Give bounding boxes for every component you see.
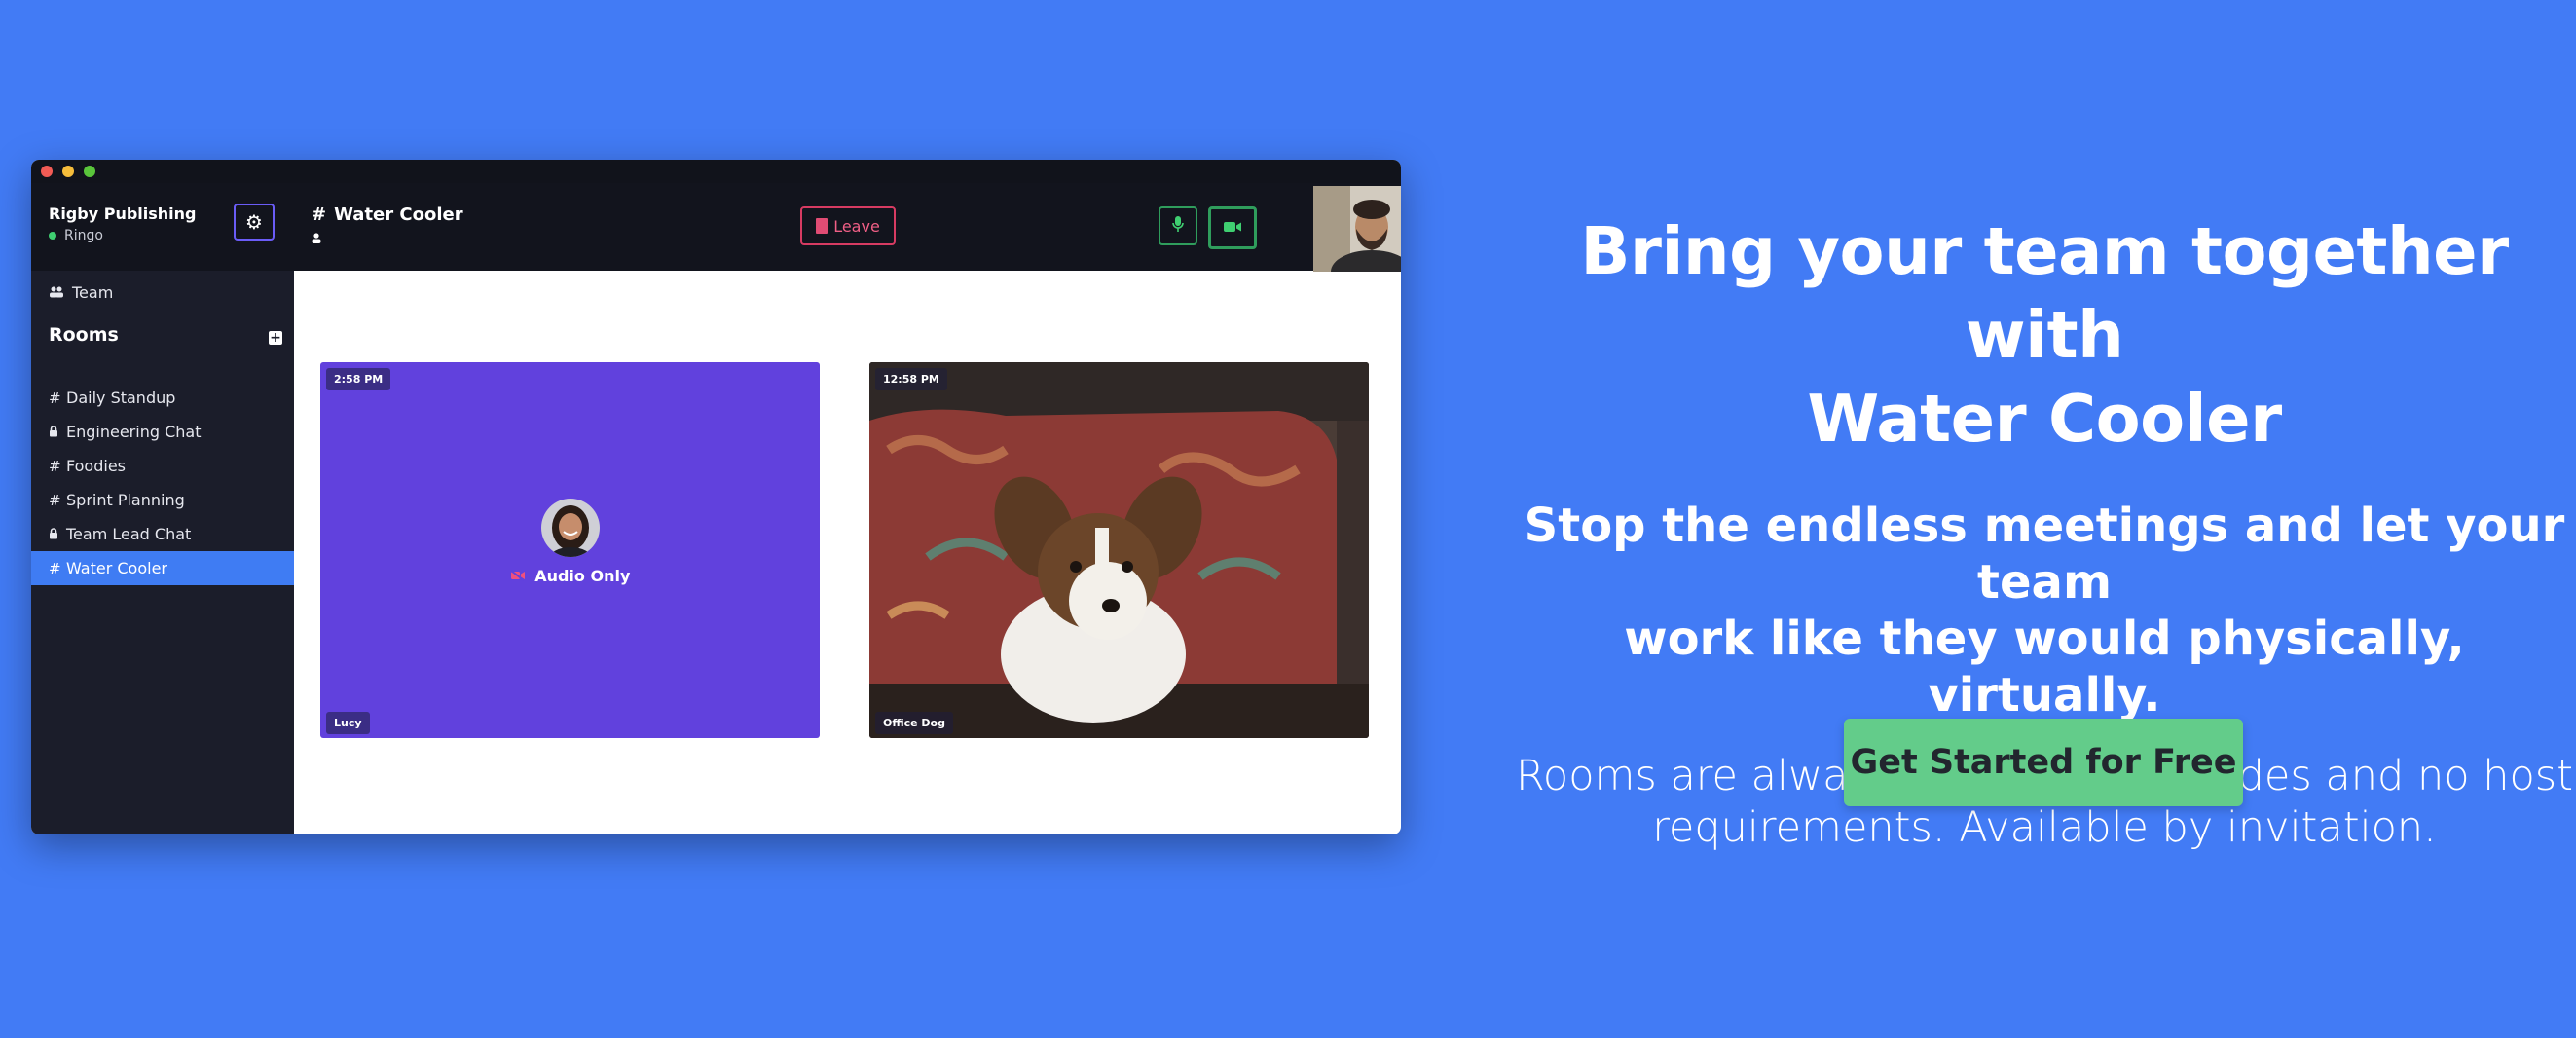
sidebar-header: Rigby Publishing Ringo ⚙	[31, 183, 294, 271]
sidebar-item-foodies[interactable]: # Foodies	[31, 449, 294, 483]
hash-icon: #	[49, 389, 61, 407]
tile-name-badge: Lucy	[326, 712, 370, 734]
video-camera-icon	[1223, 219, 1242, 238]
user-presence: Ringo	[49, 228, 103, 243]
video-tile-office-dog[interactable]: 12:58 PM Office Dog	[869, 362, 1369, 738]
microphone-button[interactable]	[1159, 206, 1197, 245]
team-label: Team	[72, 283, 114, 302]
room-label: Foodies	[66, 457, 126, 475]
window-titlebar	[31, 160, 1401, 183]
tile-name-badge: Office Dog	[875, 712, 953, 734]
online-status-icon	[49, 232, 56, 240]
sidebar: Rigby Publishing Ringo ⚙ Team Rooms + # …	[31, 183, 294, 834]
sidebar-item-engineering-chat[interactable]: Engineering Chat	[31, 415, 294, 449]
hero-subtitle-line-1: Stop the endless meetings and let your t…	[1524, 499, 2565, 610]
hash-icon: #	[312, 204, 327, 225]
sidebar-item-team[interactable]: Team	[49, 283, 113, 302]
rooms-heading: Rooms	[49, 324, 119, 346]
hash-icon: #	[49, 559, 61, 577]
room-title: # Water Cooler	[312, 204, 463, 225]
settings-button[interactable]: ⚙	[234, 204, 275, 241]
lock-icon	[49, 424, 58, 441]
video-off-icon	[509, 567, 532, 585]
self-video-preview	[1313, 186, 1401, 272]
sidebar-item-sprint-planning[interactable]: # Sprint Planning	[31, 483, 294, 517]
room-label: Sprint Planning	[66, 491, 185, 509]
door-icon	[816, 218, 828, 234]
avatar	[541, 499, 600, 557]
leave-button[interactable]: Leave	[800, 206, 896, 245]
hero-subtitle: Stop the endless meetings and let your t…	[1514, 498, 2575, 723]
maximize-window-icon[interactable]	[84, 166, 95, 177]
team-icon	[49, 283, 64, 302]
lock-icon	[49, 526, 58, 543]
close-window-icon[interactable]	[41, 166, 53, 177]
camera-button[interactable]	[1208, 206, 1257, 249]
hero-description-line-2: requirements. Available by invitation.	[1652, 803, 2437, 852]
room-label: Water Cooler	[66, 559, 167, 577]
room-label: Daily Standup	[66, 389, 176, 407]
room-label: Engineering Chat	[66, 423, 202, 441]
hero-subtitle-line-2: work like they would physically, virtual…	[1624, 612, 2465, 723]
add-room-button[interactable]: +	[269, 331, 282, 345]
video-tile-lucy[interactable]: 2:58 PM Audio Only Lucy	[320, 362, 820, 738]
tile-time-badge: 12:58 PM	[875, 368, 947, 390]
app-window: Rigby Publishing Ringo ⚙ Team Rooms + # …	[31, 160, 1401, 834]
hero-title: Bring your team together with Water Cool…	[1514, 209, 2575, 461]
get-started-button[interactable]: Get Started for Free	[1844, 719, 2243, 806]
plus-icon: +	[270, 330, 281, 346]
sidebar-item-water-cooler[interactable]: # Water Cooler	[31, 551, 294, 585]
sidebar-item-daily-standup[interactable]: # Daily Standup	[31, 381, 294, 415]
room-label: Team Lead Chat	[66, 525, 192, 543]
org-name: Rigby Publishing	[49, 204, 197, 223]
microphone-icon	[1172, 215, 1184, 237]
sidebar-item-team-lead-chat[interactable]: Team Lead Chat	[31, 517, 294, 551]
room-header: # Water Cooler Leave	[294, 183, 1401, 271]
hero-title-line-1: Bring your team together with	[1580, 213, 2509, 373]
gear-icon: ⚙	[245, 210, 263, 234]
hash-icon: #	[49, 491, 61, 509]
leave-label: Leave	[833, 216, 880, 236]
tile-time-badge: 2:58 PM	[326, 368, 391, 390]
member-icon[interactable]	[312, 232, 321, 247]
dog-video-feed	[869, 362, 1369, 738]
audio-only-label: Audio Only	[534, 567, 631, 585]
room-title-text: Water Cooler	[334, 204, 463, 225]
minimize-window-icon[interactable]	[62, 166, 74, 177]
audio-only-status: Audio Only	[320, 567, 820, 585]
user-name: Ringo	[64, 228, 103, 243]
hash-icon: #	[49, 457, 61, 475]
hero-title-line-2: Water Cooler	[1807, 381, 2282, 457]
